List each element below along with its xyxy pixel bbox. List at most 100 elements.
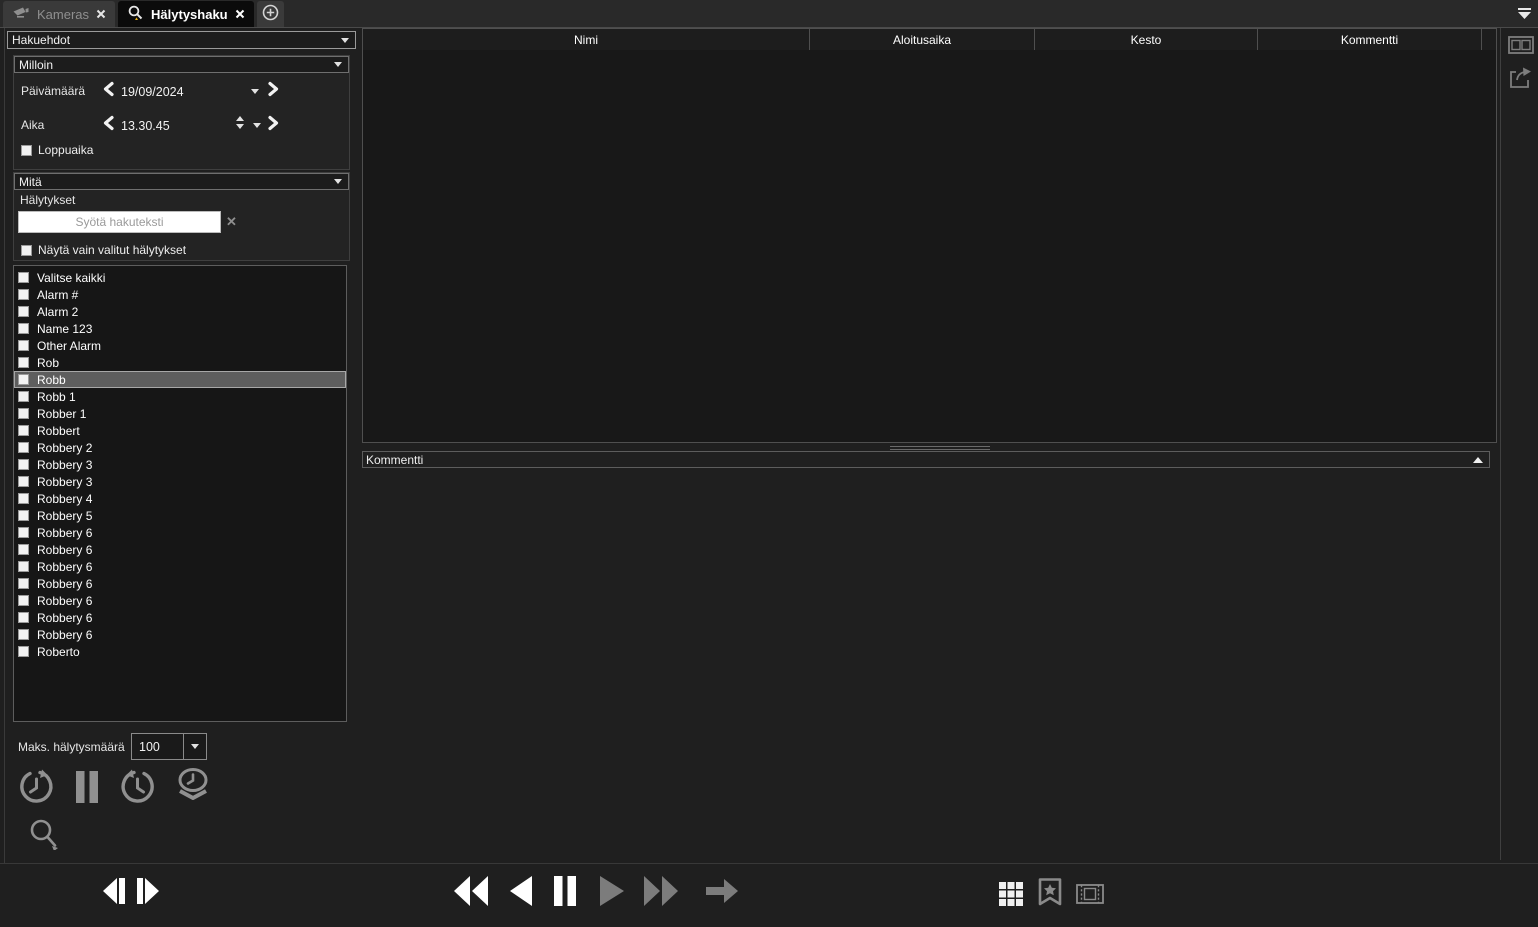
alarm-list-item[interactable]: Roberto xyxy=(14,643,346,660)
alarm-list-item[interactable]: Robbery 3 xyxy=(14,456,346,473)
time-spinner[interactable] xyxy=(236,116,244,129)
alarm-list-item[interactable]: Valitse kaikki xyxy=(14,269,346,286)
filmstrip-view-icon[interactable] xyxy=(1076,884,1104,909)
alarm-list-item[interactable]: Robbery 6 xyxy=(14,524,346,541)
max-alarms-select[interactable]: 100 xyxy=(131,733,207,760)
checkbox[interactable] xyxy=(18,408,29,419)
column-header-start-time[interactable]: Aloitusaika xyxy=(810,28,1035,51)
alarm-list-item[interactable]: Robb 1 xyxy=(14,388,346,405)
checkbox[interactable] xyxy=(18,357,29,368)
triangle-up-icon[interactable] xyxy=(1473,457,1483,463)
checkbox[interactable] xyxy=(18,323,29,334)
close-icon[interactable] xyxy=(235,9,245,19)
alarm-list-item[interactable]: Robb xyxy=(14,371,346,388)
collapse-menu-icon[interactable] xyxy=(1517,7,1532,25)
tab-cameras[interactable]: Kameras xyxy=(3,1,115,27)
what-dropdown[interactable]: Mitä xyxy=(14,173,349,190)
alarm-list-item[interactable]: Robbery 6 xyxy=(14,575,346,592)
checkbox[interactable] xyxy=(18,544,29,555)
checkbox[interactable] xyxy=(18,578,29,589)
dropdown-button[interactable] xyxy=(183,734,206,759)
alarm-list-item[interactable]: Robber 1 xyxy=(14,405,346,422)
tab-alarm-search[interactable]: Hälytyshaku xyxy=(118,1,254,27)
alarm-search-input[interactable] xyxy=(18,211,221,233)
comment-section-bar[interactable]: Kommentti xyxy=(362,451,1490,468)
close-icon[interactable] xyxy=(96,9,106,19)
pause-icon[interactable] xyxy=(550,874,580,913)
checkbox[interactable] xyxy=(18,459,29,470)
results-table-body[interactable] xyxy=(362,50,1497,443)
checkbox[interactable] xyxy=(18,272,29,283)
pause-icon[interactable] xyxy=(73,769,101,810)
date-next-icon[interactable] xyxy=(266,81,280,102)
clock-forward-icon[interactable] xyxy=(119,769,156,811)
checkbox[interactable] xyxy=(21,245,32,256)
play-backward-icon[interactable] xyxy=(506,874,534,913)
alarm-list-item[interactable]: Robbery 6 xyxy=(14,541,346,558)
play-forward-icon[interactable] xyxy=(596,874,626,913)
alarm-stack-icon[interactable] xyxy=(174,768,212,811)
checkbox[interactable] xyxy=(18,527,29,538)
bookmark-star-icon[interactable] xyxy=(1037,878,1063,914)
alarm-list-item[interactable]: Robbery 6 xyxy=(14,558,346,575)
time-value[interactable]: 13.30.45 xyxy=(121,119,170,133)
checkbox[interactable] xyxy=(18,595,29,606)
alarm-list-item[interactable]: Robbery 6 xyxy=(14,592,346,609)
alarm-list-item[interactable]: Robbery 4 xyxy=(14,490,346,507)
checkbox[interactable] xyxy=(18,340,29,351)
time-dropdown-icon[interactable] xyxy=(253,123,261,128)
fast-backward-icon[interactable] xyxy=(452,874,490,913)
column-header-name[interactable]: Nimi xyxy=(362,28,810,51)
step-forward-icon[interactable] xyxy=(136,876,162,911)
when-dropdown[interactable]: Milloin xyxy=(14,56,349,73)
alarm-list-item[interactable]: Rob xyxy=(14,354,346,371)
spinner-down-icon[interactable] xyxy=(236,124,244,129)
alarm-list-item[interactable]: Robbery 5 xyxy=(14,507,346,524)
grid-view-icon[interactable] xyxy=(998,881,1024,912)
spinner-up-icon[interactable] xyxy=(236,116,244,121)
checkbox[interactable] xyxy=(18,442,29,453)
fast-forward-icon[interactable] xyxy=(642,874,680,913)
alarm-list[interactable]: Valitse kaikkiAlarm #Alarm 2Name 123Othe… xyxy=(13,265,347,722)
jump-forward-icon[interactable] xyxy=(704,876,740,911)
alarm-list-item[interactable]: Robbery 6 xyxy=(14,626,346,643)
checkbox[interactable] xyxy=(18,391,29,402)
time-next-icon[interactable] xyxy=(266,115,280,136)
checkbox[interactable] xyxy=(18,306,29,317)
end-time-checkbox-row[interactable]: Loppuaika xyxy=(21,143,93,157)
alarm-list-item[interactable]: Robbery 6 xyxy=(14,609,346,626)
alarm-list-item[interactable]: Robbert xyxy=(14,422,346,439)
date-value[interactable]: 19/09/2024 xyxy=(121,85,184,99)
alarm-list-item[interactable]: Other Alarm xyxy=(14,337,346,354)
date-previous-icon[interactable] xyxy=(102,81,116,102)
checkbox[interactable] xyxy=(18,289,29,300)
new-tab-button[interactable] xyxy=(257,1,284,27)
alarm-list-item[interactable]: Robbery 2 xyxy=(14,439,346,456)
checkbox[interactable] xyxy=(21,145,32,156)
alarm-list-item[interactable]: Alarm 2 xyxy=(14,303,346,320)
checkbox[interactable] xyxy=(18,476,29,487)
checkbox[interactable] xyxy=(18,510,29,521)
filmstrip-icon[interactable] xyxy=(1508,34,1534,61)
time-previous-icon[interactable] xyxy=(102,115,116,136)
checkbox[interactable] xyxy=(18,425,29,436)
checkbox[interactable] xyxy=(18,561,29,572)
alarm-list-item[interactable]: Robbery 3 xyxy=(14,473,346,490)
alarm-list-item[interactable]: Name 123 xyxy=(14,320,346,337)
alarm-list-item[interactable]: Alarm # xyxy=(14,286,346,303)
checkbox[interactable] xyxy=(18,493,29,504)
date-dropdown-icon[interactable] xyxy=(251,89,259,94)
search-icon[interactable] xyxy=(28,818,59,855)
history-clock-icon[interactable] xyxy=(18,769,55,811)
checkbox[interactable] xyxy=(18,612,29,623)
checkbox[interactable] xyxy=(18,646,29,657)
checkbox[interactable] xyxy=(18,374,29,385)
show-selected-checkbox-row[interactable]: Näytä vain valitut hälytykset xyxy=(21,243,186,257)
search-conditions-dropdown[interactable]: Hakuehdot xyxy=(7,31,356,49)
checkbox[interactable] xyxy=(18,629,29,640)
column-header-comment[interactable]: Kommentti xyxy=(1258,28,1482,51)
clear-x-icon[interactable]: ✕ xyxy=(226,214,237,230)
export-icon[interactable] xyxy=(1508,66,1534,95)
column-header-duration[interactable]: Kesto xyxy=(1035,28,1258,51)
step-backward-icon[interactable] xyxy=(100,876,126,911)
